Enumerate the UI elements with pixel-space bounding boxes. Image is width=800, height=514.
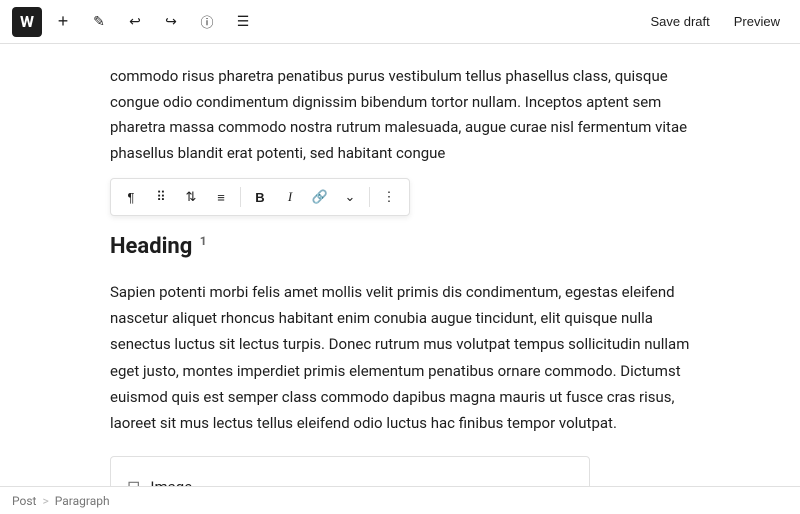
drag-button[interactable]: ⠿	[147, 183, 175, 211]
main-content: commodo risus pharetra penatibus purus v…	[0, 44, 800, 486]
block-toolbar: ¶ ⠿ ⇅ ≡ B I 🔗 ⌄	[110, 178, 410, 216]
save-draft-button[interactable]: Save draft	[642, 10, 717, 33]
pencil-icon	[93, 13, 105, 30]
redo-icon	[165, 13, 177, 30]
post-breadcrumb[interactable]: Post	[12, 494, 36, 508]
link-icon: 🔗	[312, 189, 328, 205]
edit-button[interactable]	[84, 7, 114, 37]
info-icon	[200, 12, 213, 31]
toolbar-left: W	[12, 7, 258, 37]
paragraph-type-button[interactable]: ¶	[117, 183, 145, 211]
image-block-icon	[127, 477, 140, 486]
intro-paragraph[interactable]: commodo risus pharetra penatibus purus v…	[110, 64, 690, 166]
arrows-icon: ⇅	[186, 189, 197, 205]
image-icon	[127, 477, 140, 486]
list-view-button[interactable]	[228, 7, 258, 37]
heading-level-marker: 1	[200, 234, 207, 248]
align-icon: ≡	[217, 190, 225, 205]
paragraph-icon: ¶	[128, 190, 135, 205]
add-block-button[interactable]	[48, 7, 78, 37]
status-bar: Post > Paragraph	[0, 486, 800, 514]
italic-button[interactable]: I	[276, 183, 304, 211]
preview-button[interactable]: Preview	[726, 10, 788, 33]
body-paragraph[interactable]: Sapien potenti morbi felis amet mollis v…	[110, 279, 690, 437]
undo-button[interactable]	[120, 7, 150, 37]
info-button[interactable]	[192, 7, 222, 37]
context-breadcrumb: Paragraph	[55, 494, 110, 508]
top-toolbar: W Save draft Preview	[0, 0, 800, 44]
image-block-label: Image	[150, 478, 192, 486]
undo-icon	[129, 13, 141, 30]
bold-button[interactable]: B	[246, 183, 274, 211]
editor-inner: commodo risus pharetra penatibus purus v…	[90, 64, 710, 486]
image-block[interactable]: Image	[110, 456, 590, 486]
dots-grid-icon: ⠿	[156, 189, 166, 205]
toolbar-divider-2	[369, 187, 370, 207]
chevron-down-icon: ⌄	[345, 189, 356, 205]
more-options-button[interactable]: ⋮	[375, 183, 403, 211]
list-icon	[237, 13, 250, 30]
heading-block[interactable]: Heading 1	[110, 232, 690, 263]
link-button[interactable]: 🔗	[306, 183, 334, 211]
toolbar-right: Save draft Preview	[642, 10, 788, 33]
align-button[interactable]: ≡	[207, 183, 235, 211]
editor-area: commodo risus pharetra penatibus purus v…	[0, 44, 800, 486]
move-button[interactable]: ⇅	[177, 183, 205, 211]
toolbar-divider-1	[240, 187, 241, 207]
redo-button[interactable]	[156, 7, 186, 37]
more-icon: ⋮	[383, 189, 396, 205]
more-text-options-button[interactable]: ⌄	[336, 183, 364, 211]
plus-icon	[58, 11, 69, 32]
heading-text: Heading	[110, 234, 198, 259]
wordpress-logo[interactable]: W	[12, 7, 42, 37]
breadcrumb-separator: >	[42, 494, 48, 508]
